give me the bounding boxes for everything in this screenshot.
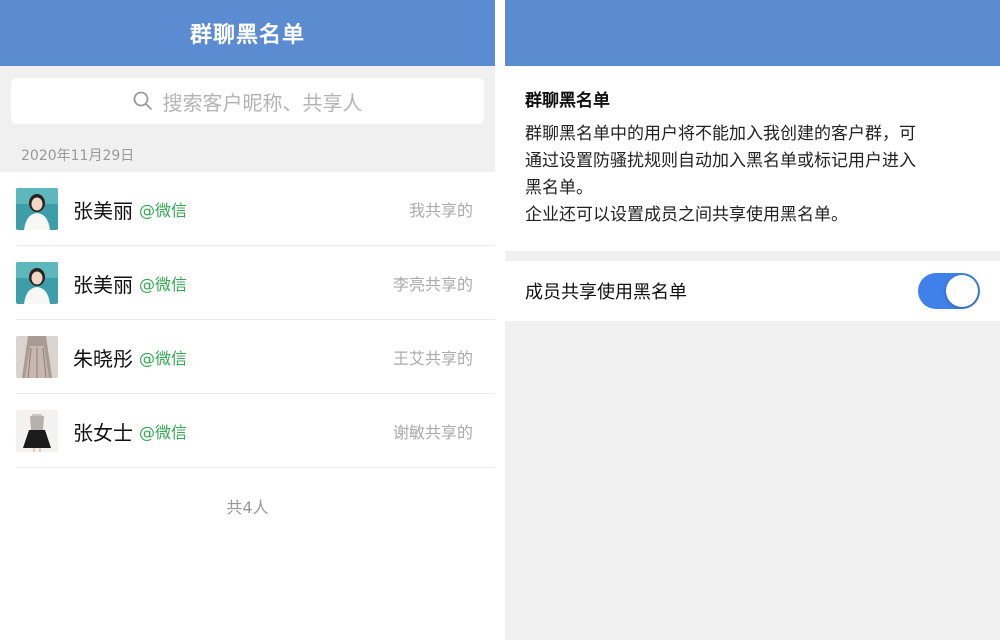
date-label: 2020年11月29日	[21, 148, 135, 164]
blacklist-screen: 群聊黑名单 搜索客户昵称、共享人 2020年11月29日 张美丽 @微信 我共享…	[0, 0, 495, 640]
search-input[interactable]: 搜索客户昵称、共享人	[11, 78, 484, 124]
info-line: 通过设置防骚扰规则自动加入黑名单或标记用户进入	[525, 151, 916, 171]
page-title: 群聊黑名单	[189, 23, 305, 48]
contact-name: 朱晓彤	[73, 346, 133, 371]
avatar	[16, 336, 58, 378]
search-icon	[133, 91, 152, 110]
info-description: 群聊黑名单中的用户将不能加入我创建的客户群，可 通过设置防骚扰规则自动加入黑名单…	[525, 121, 980, 229]
avatar	[16, 188, 58, 230]
blacklist-settings-screen: 群聊黑名单 群聊黑名单中的用户将不能加入我创建的客户群，可 通过设置防骚扰规则自…	[505, 0, 1000, 640]
share-blacklist-setting: 成员共享使用黑名单	[505, 261, 1000, 321]
contact-sharer: 我共享的	[408, 201, 473, 220]
info-line: 黑名单。	[525, 178, 593, 198]
total-count: 共4人	[226, 498, 269, 517]
contact-name: 张女士	[73, 420, 133, 445]
avatar	[16, 410, 58, 452]
contact-sharer: 李亮共享的	[392, 275, 473, 294]
info-line: 企业还可以设置成员之间共享使用黑名单。	[525, 205, 848, 225]
list-item[interactable]: 张美丽 @微信 我共享的	[0, 172, 495, 246]
date-section-header: 2020年11月29日	[0, 138, 495, 172]
contact-sharer: 王艾共享的	[392, 349, 473, 368]
contact-source-tag: @微信	[139, 201, 188, 220]
list-item[interactable]: 张美丽 @微信 李亮共享的	[0, 246, 495, 320]
info-card: 群聊黑名单 群聊黑名单中的用户将不能加入我创建的客户群，可 通过设置防骚扰规则自…	[505, 66, 1000, 251]
nav-bar	[505, 0, 1000, 66]
avatar	[16, 262, 58, 304]
nav-bar: 群聊黑名单	[0, 0, 495, 66]
info-title: 群聊黑名单	[525, 91, 610, 111]
contact-source-tag: @微信	[139, 349, 188, 368]
list-item[interactable]: 朱晓彤 @微信 王艾共享的	[0, 320, 495, 394]
search-placeholder: 搜索客户昵称、共享人	[162, 90, 363, 115]
contact-name: 张美丽	[73, 198, 133, 223]
contact-source-tag: @微信	[139, 275, 188, 294]
share-blacklist-toggle[interactable]	[918, 273, 980, 309]
list-item[interactable]: 张女士 @微信 谢敏共享的	[0, 394, 495, 468]
toggle-knob	[946, 275, 978, 307]
setting-label: 成员共享使用黑名单	[525, 282, 687, 303]
contact-source-tag: @微信	[139, 423, 188, 442]
contact-list: 张美丽 @微信 我共享的 张美丽 @微信 李亮共享的 朱晓彤 @微信 王艾共享的…	[0, 172, 495, 468]
contact-name: 张美丽	[73, 272, 133, 297]
search-area: 搜索客户昵称、共享人	[0, 66, 495, 138]
contact-sharer: 谢敏共享的	[392, 423, 473, 442]
info-line: 群聊黑名单中的用户将不能加入我创建的客户群，可	[525, 124, 916, 144]
